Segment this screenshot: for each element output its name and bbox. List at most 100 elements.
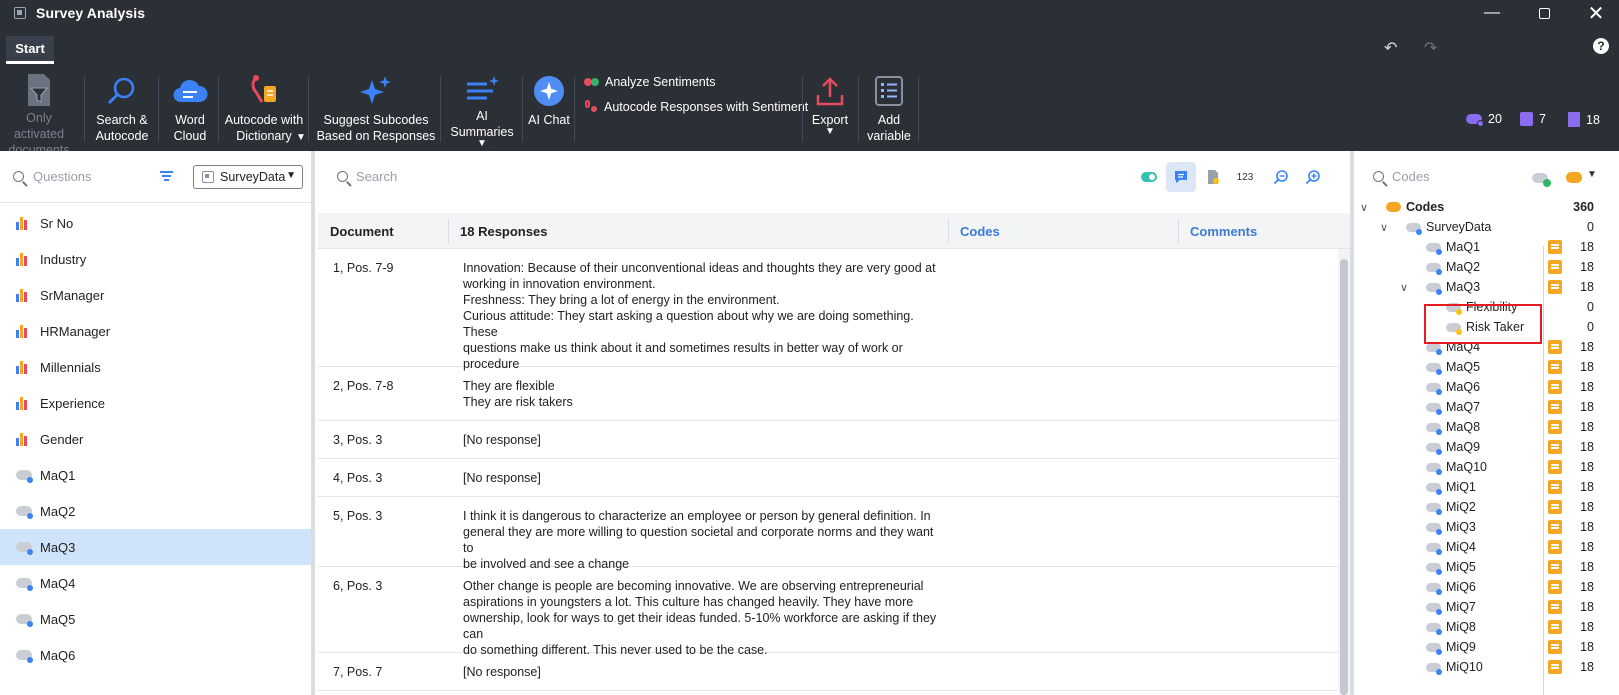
search-autocode-button[interactable]: Search & Autocode	[90, 72, 154, 148]
help-icon[interactable]: ?	[1593, 38, 1609, 54]
tree-code-item[interactable]: MiQ9 18	[1354, 637, 1619, 657]
question-item[interactable]: MaQ2	[0, 493, 311, 529]
memo-icon[interactable]	[1548, 280, 1562, 294]
question-item[interactable]: Gender	[0, 421, 311, 457]
dataset-select[interactable]: SurveyData ▼	[193, 165, 303, 189]
table-row[interactable]: 7, Pos. 7 [No response]	[318, 653, 1338, 691]
memo-icon[interactable]	[1548, 260, 1562, 274]
zoom-in-tool[interactable]	[1298, 162, 1328, 192]
export-button[interactable]: Export ▼	[806, 72, 854, 148]
question-item[interactable]: Experience	[0, 385, 311, 421]
document-cell[interactable]: 7, Pos. 7	[333, 664, 382, 680]
memo-icon[interactable]	[1548, 240, 1562, 254]
vertical-scrollbar[interactable]	[1338, 249, 1350, 695]
memo-icon[interactable]	[1548, 500, 1562, 514]
memo-icon[interactable]	[1548, 400, 1562, 414]
suggest-subcodes-button[interactable]: Suggest Subcodes Based on Responses	[314, 72, 438, 148]
document-cell[interactable]: 4, Pos. 3	[333, 470, 382, 486]
minimize-button[interactable]: —	[1469, 0, 1515, 26]
table-row[interactable]: 2, Pos. 7-8 They are flexible They are ri…	[318, 367, 1338, 421]
document-cell[interactable]: 6, Pos. 3	[333, 578, 382, 594]
memo-icon[interactable]	[1548, 580, 1562, 594]
table-row[interactable]: 1, Pos. 7-9 Innovation: Because of their …	[318, 249, 1338, 371]
memo-icon[interactable]	[1548, 660, 1562, 674]
question-item[interactable]: Sr No	[0, 205, 311, 241]
question-item[interactable]: Millennials	[0, 349, 311, 385]
response-cell[interactable]: They are flexible They are risk takers	[463, 378, 943, 410]
tree-code-item[interactable]: MaQ5 18	[1354, 357, 1619, 377]
response-cell[interactable]: Other change is people are becoming inno…	[463, 578, 943, 658]
memo-icon[interactable]	[1548, 520, 1562, 534]
question-item[interactable]: MaQ5	[0, 601, 311, 637]
zoom-out-tool[interactable]	[1266, 162, 1296, 192]
tree-code-item[interactable]: MiQ4 18	[1354, 537, 1619, 557]
document-cell[interactable]: 2, Pos. 7-8	[333, 378, 393, 394]
code-toggle-tool[interactable]	[1134, 162, 1164, 192]
tree-code-item[interactable]: MiQ8 18	[1354, 617, 1619, 637]
expand-toggle-icon[interactable]: ∨	[1360, 201, 1368, 214]
undo-icon[interactable]: ↶	[1384, 38, 1397, 58]
response-cell[interactable]: Innovation: Because of their unconventio…	[463, 260, 943, 372]
memo-icon[interactable]	[1548, 420, 1562, 434]
analyze-sentiments-button[interactable]: Analyze Sentiments	[584, 75, 715, 89]
response-cell[interactable]: [No response]	[463, 470, 943, 486]
tree-code-item[interactable]: MiQ6 18	[1354, 577, 1619, 597]
question-item[interactable]: MaQ4	[0, 565, 311, 601]
question-item[interactable]: MaQ1	[0, 457, 311, 493]
tree-code-item[interactable]: ∨ MaQ3 18	[1354, 277, 1619, 297]
table-row[interactable]: 6, Pos. 3 Other change is people are beco…	[318, 567, 1338, 657]
new-code-icon[interactable]	[1532, 173, 1551, 187]
table-row[interactable]: 3, Pos. 3 [No response]	[318, 421, 1338, 459]
table-row[interactable]: 8, Pos. 6[No response]	[318, 691, 1338, 695]
tree-code-item[interactable]: MiQ5 18	[1354, 557, 1619, 577]
response-cell[interactable]: [No response]	[463, 664, 943, 680]
memo-icon[interactable]	[1548, 620, 1562, 634]
only-activated-documents-button[interactable]: Only activated documents	[0, 72, 78, 157]
tree-code-item[interactable]: MiQ1 18	[1354, 477, 1619, 497]
tree-code-item[interactable]: MaQ6 18	[1354, 377, 1619, 397]
question-item[interactable]: SrManager	[0, 277, 311, 313]
question-item[interactable]: HRManager	[0, 313, 311, 349]
ai-summaries-button[interactable]: AI Summaries ▼	[444, 72, 520, 149]
filter-icon[interactable]	[160, 171, 173, 181]
memo-icon[interactable]	[1548, 460, 1562, 474]
code-color-icon[interactable]	[1566, 172, 1582, 183]
memo-icon[interactable]	[1548, 560, 1562, 574]
question-item[interactable]: Industry	[0, 241, 311, 277]
tab-start[interactable]: Start	[6, 36, 54, 64]
tree-code-item[interactable]: MiQ2 18	[1354, 497, 1619, 517]
document-cell[interactable]: 1, Pos. 7-9	[333, 260, 393, 276]
memo-icon[interactable]	[1548, 480, 1562, 494]
table-row[interactable]: 5, Pos. 3 I think it is dangerous to char…	[318, 497, 1338, 571]
redo-icon[interactable]: ↷	[1424, 38, 1437, 58]
question-item[interactable]: MaQ3	[0, 529, 311, 565]
maximize-button[interactable]	[1521, 0, 1567, 26]
tree-code-item[interactable]: MiQ7 18	[1354, 597, 1619, 617]
add-variable-button[interactable]: Add variable	[862, 72, 916, 148]
autocode-dictionary-button[interactable]: Autocode with Dictionary ▼	[222, 72, 306, 148]
tree-code-item[interactable]: MaQ8 18	[1354, 417, 1619, 437]
memo-icon[interactable]	[1548, 540, 1562, 554]
response-cell[interactable]: I think it is dangerous to characterize …	[463, 508, 943, 572]
column-document[interactable]: Document	[318, 213, 394, 249]
memo-icon[interactable]	[1548, 340, 1562, 354]
tree-code-item[interactable]: MiQ3 18	[1354, 517, 1619, 537]
close-button[interactable]: ✕	[1573, 0, 1619, 26]
tree-code-item[interactable]: MaQ9 18	[1354, 437, 1619, 457]
tree-code-item[interactable]: MaQ10 18	[1354, 457, 1619, 477]
column-comments[interactable]: Comments	[1178, 213, 1257, 249]
chevron-down-icon[interactable]: ▼	[1587, 169, 1597, 180]
memo-icon[interactable]	[1548, 380, 1562, 394]
scrollbar-thumb[interactable]	[1340, 259, 1348, 695]
document-memo-tool[interactable]	[1198, 162, 1228, 192]
memo-icon[interactable]	[1548, 640, 1562, 654]
questions-search-input[interactable]: Questions	[33, 169, 92, 184]
table-row[interactable]: 4, Pos. 3 [No response]	[318, 459, 1338, 497]
expand-toggle-icon[interactable]: ∨	[1400, 281, 1408, 294]
column-responses[interactable]: 18 Responses	[448, 213, 547, 249]
ai-chat-button[interactable]: AI Chat	[526, 72, 572, 148]
document-cell[interactable]: 3, Pos. 3	[333, 432, 382, 448]
comments-tool[interactable]	[1166, 162, 1196, 192]
number-format-tool[interactable]: 123	[1230, 162, 1260, 192]
codes-search-input[interactable]: Codes	[1392, 169, 1430, 184]
